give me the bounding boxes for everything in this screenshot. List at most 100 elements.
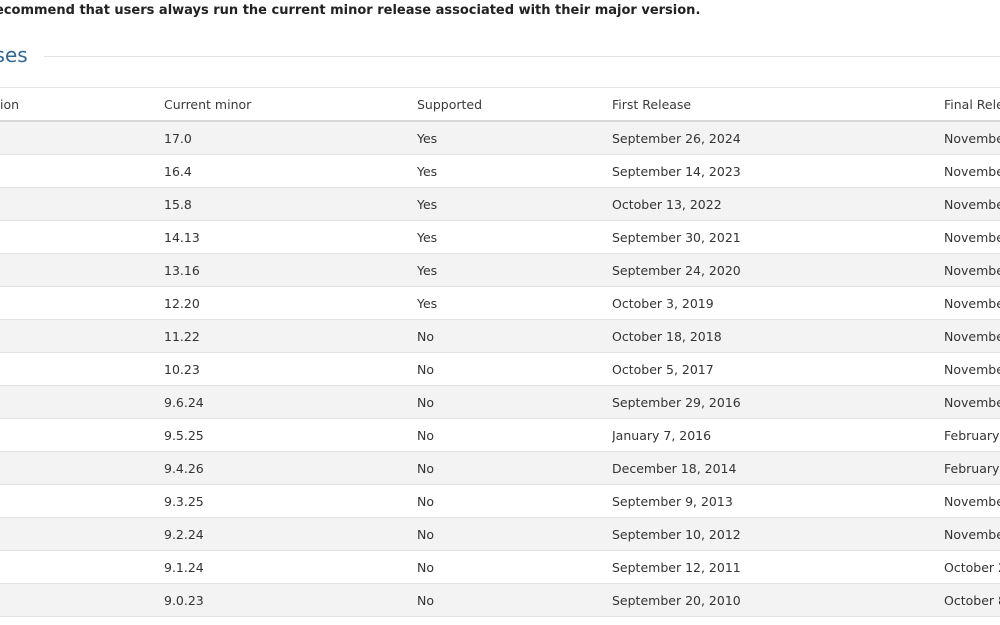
cell-supported: Yes — [417, 253, 612, 287]
cell-first-release: October 3, 2019 — [612, 286, 944, 320]
cell-current-minor: 9.6.24 — [164, 385, 417, 419]
cell-current-minor: 11.22 — [164, 319, 417, 353]
cell-version — [0, 187, 164, 221]
section-heading-row: eases — [0, 40, 1000, 70]
cell-current-minor: 17.0 — [164, 121, 417, 155]
cell-version — [0, 418, 164, 452]
cell-supported: No — [417, 583, 612, 617]
header-final-release: Final Release — [944, 87, 1000, 122]
cell-final-release: November 14, 2 — [944, 286, 1000, 320]
cell-first-release: September 12, 2011 — [612, 550, 944, 584]
cell-version — [0, 451, 164, 485]
cell-supported: Yes — [417, 121, 612, 155]
cell-version — [0, 484, 164, 518]
cell-version — [0, 154, 164, 188]
cell-version — [0, 220, 164, 254]
cell-current-minor: 16.4 — [164, 154, 417, 188]
cell-supported: No — [417, 352, 612, 386]
table-row: 17.0YesSeptember 26, 2024November 8, 20 — [0, 121, 1000, 155]
table-row: 9.4.26NoDecember 18, 2014February 13, 20 — [0, 451, 1000, 485]
cell-final-release: November 8, 20 — [944, 484, 1000, 518]
cell-first-release: January 7, 2016 — [612, 418, 944, 452]
cell-first-release: September 26, 2024 — [612, 121, 944, 155]
table-row: 13.16YesSeptember 24, 2020November 13, 2 — [0, 253, 1000, 287]
cell-current-minor: 9.4.26 — [164, 451, 417, 485]
section-title: eases — [0, 43, 28, 67]
table-row: 15.8YesOctober 13, 2022November 11, 2 — [0, 187, 1000, 221]
cell-final-release: February 13, 20 — [944, 451, 1000, 485]
cell-supported: No — [417, 418, 612, 452]
header-first-release: First Release — [612, 87, 944, 122]
cell-supported: Yes — [417, 220, 612, 254]
cell-final-release: November 12, 2 — [944, 220, 1000, 254]
cell-first-release: September 30, 2021 — [612, 220, 944, 254]
cell-version — [0, 286, 164, 320]
table-row: 9.1.24NoSeptember 12, 2011October 27, 20… — [0, 550, 1000, 584]
cell-first-release: October 18, 2018 — [612, 319, 944, 353]
cell-supported: No — [417, 550, 612, 584]
cell-current-minor: 15.8 — [164, 187, 417, 221]
cell-version — [0, 550, 164, 584]
cell-final-release: October 27, 201 — [944, 550, 1000, 584]
cell-current-minor: 14.13 — [164, 220, 417, 254]
cell-final-release: November 13, 2 — [944, 253, 1000, 287]
cell-version — [0, 319, 164, 353]
table-row: 9.6.24NoSeptember 29, 2016November 11, 2 — [0, 385, 1000, 419]
cell-final-release: November 8, 20 — [944, 121, 1000, 155]
cell-first-release: September 14, 2023 — [612, 154, 944, 188]
table-row: 14.13YesSeptember 30, 2021November 12, 2 — [0, 220, 1000, 254]
header-supported: Supported — [417, 87, 612, 122]
cell-current-minor: 9.3.25 — [164, 484, 417, 518]
cell-version — [0, 352, 164, 386]
table-row: 9.0.23NoSeptember 20, 2010October 8, 201… — [0, 583, 1000, 617]
table-row: 11.22NoOctober 18, 2018November 9, 20 — [0, 319, 1000, 353]
cell-first-release: December 18, 2014 — [612, 451, 944, 485]
table-row: 9.5.25NoJanuary 7, 2016February 11, 20 — [0, 418, 1000, 452]
table-header-row: ion Current minor Supported First Releas… — [0, 87, 1000, 122]
recommendation-notice: ecommend that users always run the curre… — [0, 3, 701, 18]
cell-final-release: November 11, 2 — [944, 385, 1000, 419]
table-header: ion Current minor Supported First Releas… — [0, 87, 1000, 122]
cell-supported: Yes — [417, 286, 612, 320]
cell-current-minor: 10.23 — [164, 352, 417, 386]
header-current-minor: Current minor — [164, 87, 417, 122]
cell-first-release: September 10, 2012 — [612, 517, 944, 551]
cell-version — [0, 517, 164, 551]
cell-final-release: November 10, 2 — [944, 352, 1000, 386]
cell-current-minor: 9.2.24 — [164, 517, 417, 551]
cell-current-minor: 9.0.23 — [164, 583, 417, 617]
header-version: ion — [0, 87, 164, 122]
cell-final-release: November 9, 20 — [944, 319, 1000, 353]
releases-table: ion Current minor Supported First Releas… — [0, 87, 1000, 617]
cell-version — [0, 121, 164, 155]
cell-supported: No — [417, 385, 612, 419]
cell-current-minor: 13.16 — [164, 253, 417, 287]
heading-divider — [43, 55, 1000, 57]
cell-final-release: November 9, 20 — [944, 154, 1000, 188]
cell-first-release: October 5, 2017 — [612, 352, 944, 386]
cell-version — [0, 253, 164, 287]
cell-current-minor: 9.1.24 — [164, 550, 417, 584]
table-row: 12.20YesOctober 3, 2019November 14, 2 — [0, 286, 1000, 320]
cell-first-release: September 24, 2020 — [612, 253, 944, 287]
cell-final-release: October 8, 2015 — [944, 583, 1000, 617]
cell-first-release: September 9, 2013 — [612, 484, 944, 518]
cell-final-release: February 11, 20 — [944, 418, 1000, 452]
cell-supported: No — [417, 319, 612, 353]
cell-current-minor: 12.20 — [164, 286, 417, 320]
table-row: 10.23NoOctober 5, 2017November 10, 2 — [0, 352, 1000, 386]
cell-final-release: November 9, 20 — [944, 517, 1000, 551]
cell-supported: Yes — [417, 187, 612, 221]
cell-first-release: September 29, 2016 — [612, 385, 944, 419]
cell-first-release: September 20, 2010 — [612, 583, 944, 617]
table-row: 16.4YesSeptember 14, 2023November 9, 20 — [0, 154, 1000, 188]
cell-supported: No — [417, 517, 612, 551]
table-body: 17.0YesSeptember 26, 2024November 8, 201… — [0, 121, 1000, 617]
table-row: 9.2.24NoSeptember 10, 2012November 9, 20 — [0, 517, 1000, 551]
cell-version — [0, 385, 164, 419]
cell-final-release: November 11, 2 — [944, 187, 1000, 221]
cell-version — [0, 583, 164, 617]
cell-supported: No — [417, 451, 612, 485]
page: ecommend that users always run the curre… — [0, 0, 1000, 625]
table-row: 9.3.25NoSeptember 9, 2013November 8, 20 — [0, 484, 1000, 518]
